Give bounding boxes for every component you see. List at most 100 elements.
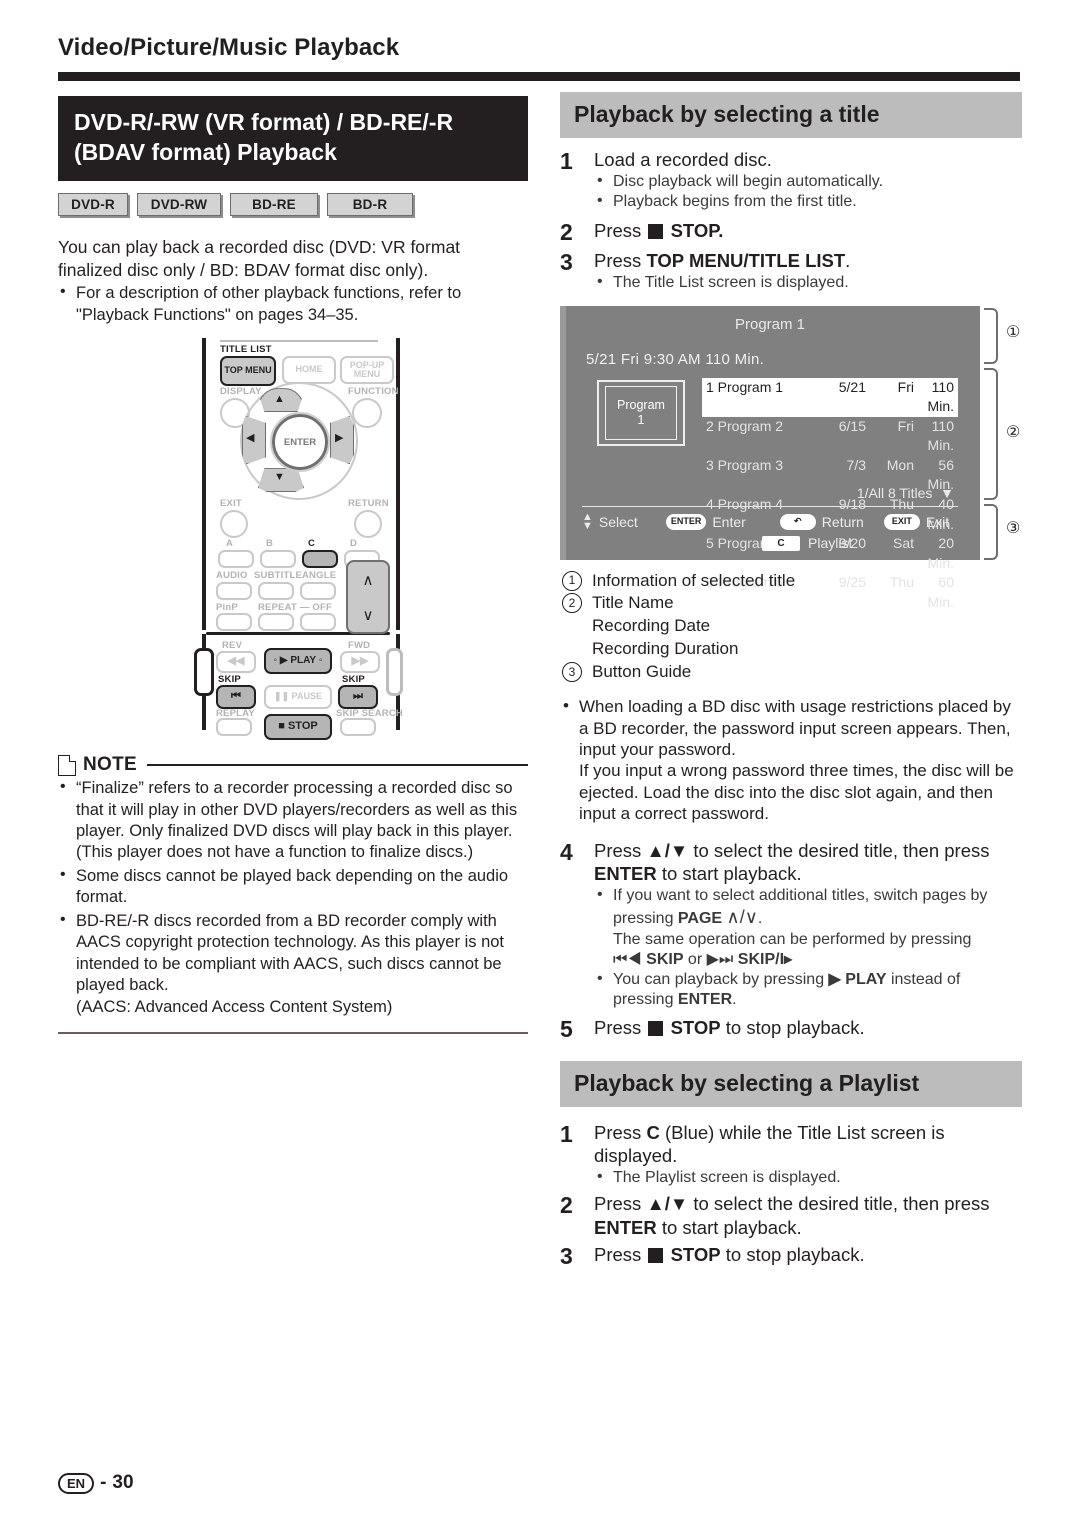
remote-grip-right <box>386 648 403 697</box>
callout-legend: 1 Information of selected title 2 Title … <box>560 570 1022 685</box>
right-column: Playback by selecting a title 1 Load a r… <box>560 92 1022 1269</box>
table-row[interactable]: 1 Program 1 5/21 Fri 110 Min. <box>702 377 958 417</box>
remote-label-skip-left: SKIP <box>218 674 241 686</box>
disc-badge-bd-r: BD-R <box>327 192 413 216</box>
note-bullets: “Finalize” refers to a recorder processi… <box>58 777 528 1018</box>
left-column: DVD-R/-RW (VR format) / BD-RE/-R (BDAV f… <box>58 96 528 1034</box>
bullet-line2: The same operation can be performed by p… <box>613 930 972 948</box>
remote-button-skip-search[interactable] <box>340 718 376 737</box>
playlist-step-2: 2 Press ▲/▼ to select the desired title,… <box>560 1192 1022 1239</box>
remote-button-exit[interactable] <box>220 510 248 539</box>
step-bold-c: C <box>646 1121 660 1143</box>
remote-button-enter[interactable]: ENTER <box>270 412 330 473</box>
remote-button-angle[interactable] <box>300 582 336 601</box>
step-number: 2 <box>560 1192 573 1219</box>
remote-button-c[interactable] <box>302 550 338 569</box>
list-item: Playback begins from the first title. <box>594 191 1022 212</box>
disc-badge-dvd-rw: DVD-RW <box>137 192 221 216</box>
remote-button-subtitle[interactable] <box>258 582 294 601</box>
remote-button-play[interactable]: ◦ ▶ PLAY ◦ <box>264 648 332 675</box>
screen-thumbnail: Program 1 <box>597 379 685 446</box>
page-down-icon: ∨ <box>362 606 374 624</box>
callout-number-2: ② <box>1006 423 1021 441</box>
callout-number-3: ③ <box>1006 519 1021 537</box>
remote-button-fwd[interactable]: ▶▶ <box>340 651 380 674</box>
step-text-post: STOP. <box>670 219 724 241</box>
remote-button-repeat[interactable] <box>258 613 294 632</box>
guide-line-2: C Playlist <box>582 533 972 554</box>
list-item: 2 Title Name Recording Date Recording Du… <box>560 592 1022 661</box>
step-body: Press STOP. <box>594 219 1022 245</box>
section-heading-title: Playback by selecting a title <box>560 92 1022 138</box>
password-note-bullets: When loading a BD disc with usage restri… <box>560 695 1022 824</box>
remote-label-c: C <box>308 538 316 550</box>
callout-text: Button Guide <box>592 662 692 682</box>
remote-button-skip-left[interactable]: ⏮ <box>216 685 256 710</box>
remote-button-pause-label: PAUSE <box>291 691 322 702</box>
play-icon: ◦ ▶ <box>273 654 291 666</box>
row-date: 6/15 <box>838 417 866 434</box>
remote-button-off[interactable] <box>300 613 336 632</box>
table-row[interactable]: 2 Program 2 6/15 Fri 110 Min. <box>702 417 958 456</box>
step-number: 4 <box>560 838 573 865</box>
page-updown-icon: ∧/∨ <box>726 907 758 928</box>
remote-label-title-list: TITLE LIST <box>220 344 272 356</box>
remote-button-popup-menu[interactable]: POP-UP MENU <box>340 356 394 385</box>
remote-button-popup-menu-label: POP-UP MENU <box>349 359 385 380</box>
callout-text: Recording Duration <box>592 639 739 659</box>
language-badge: EN <box>58 1472 95 1494</box>
stop-icon: ■ <box>278 720 288 733</box>
remote-button-home[interactable]: HOME <box>282 356 336 385</box>
remote-button-page-updown[interactable]: ∧ ∨ <box>346 560 390 635</box>
step-3: 3 Press TOP MENU/TITLE LIST. The Title L… <box>560 249 1022 293</box>
remote-button-stop[interactable]: ■ STOP <box>264 714 332 741</box>
step-4: 4 Press ▲/▼ to select the desired title,… <box>560 839 1022 1011</box>
remote-label-d: D <box>350 538 358 550</box>
disc-badge-dvd-r: DVD-R <box>58 192 128 216</box>
stop-square-icon <box>648 223 664 239</box>
bullet-text-d: . <box>757 910 763 928</box>
step-number: 3 <box>560 1242 573 1269</box>
step-5: 5 Press STOP to stop playback. <box>560 1016 1022 1042</box>
remote-button-pinp[interactable] <box>216 613 252 632</box>
list-item: BD-RE/-R discs recorded from a BD record… <box>58 910 528 1018</box>
remote-button-pause[interactable]: ❚❚ PAUSE <box>264 685 332 710</box>
list-item: 1 Information of selected title <box>560 570 1022 593</box>
up-down-arrows-icon: ▲ ▼ <box>582 510 593 532</box>
stop-square-icon <box>648 1247 664 1263</box>
row-day: Fri <box>897 417 914 434</box>
guide-enter-label: Enter <box>712 513 746 530</box>
remote-button-top-menu[interactable]: TOP MENU <box>220 356 276 387</box>
remote-button-a[interactable] <box>218 550 254 569</box>
remote-button-return[interactable] <box>354 510 382 539</box>
step-number: 1 <box>560 1120 573 1147</box>
remote-button-replay[interactable] <box>216 718 252 737</box>
bullet-or: or <box>683 950 707 968</box>
remote-button-skip-right[interactable]: ⏭ <box>338 685 378 710</box>
step-body: Load a recorded disc. Disc playback will… <box>594 148 1022 213</box>
play-icon: ▶ PLAY <box>828 970 887 988</box>
list-item: You can playback by pressing ▶ PLAY inst… <box>594 969 1022 1010</box>
step-bullets: If you want to select additional titles,… <box>594 885 1022 1010</box>
step-text-pre: Press <box>594 250 647 272</box>
remote-button-b[interactable] <box>260 550 296 569</box>
chevron-down-icon[interactable]: ▼ <box>936 485 954 501</box>
remote-button-audio[interactable] <box>216 582 252 601</box>
row-title: 1 Program 1 <box>706 378 784 395</box>
note-rule <box>146 764 528 767</box>
password-note-text-2: If you input a wrong password three time… <box>579 761 1014 824</box>
callout-text: Information of selected title <box>592 570 796 590</box>
step-bold-stop: STOP <box>670 1243 721 1265</box>
callout-text: Title Name <box>592 593 674 613</box>
step-bullets: The Playlist screen is displayed. <box>594 1167 1022 1188</box>
step-bullets: The Title List screen is displayed. <box>594 272 1022 293</box>
up-down-arrows-icon: ▲/▼ <box>646 839 689 861</box>
remote-button-function[interactable] <box>352 398 382 429</box>
remote-button-rev[interactable]: ◀◀ <box>216 651 256 674</box>
step-text-mid: to select the desired title, then press <box>688 1193 990 1215</box>
step-1: 1 Load a recorded disc. Disc playback wi… <box>560 148 1022 213</box>
remote-label-b: B <box>266 538 274 550</box>
step-text-post: to start playback. <box>656 1216 802 1238</box>
callout-number: 3 <box>562 662 582 683</box>
remote-label-pinp: PinP <box>216 602 238 614</box>
